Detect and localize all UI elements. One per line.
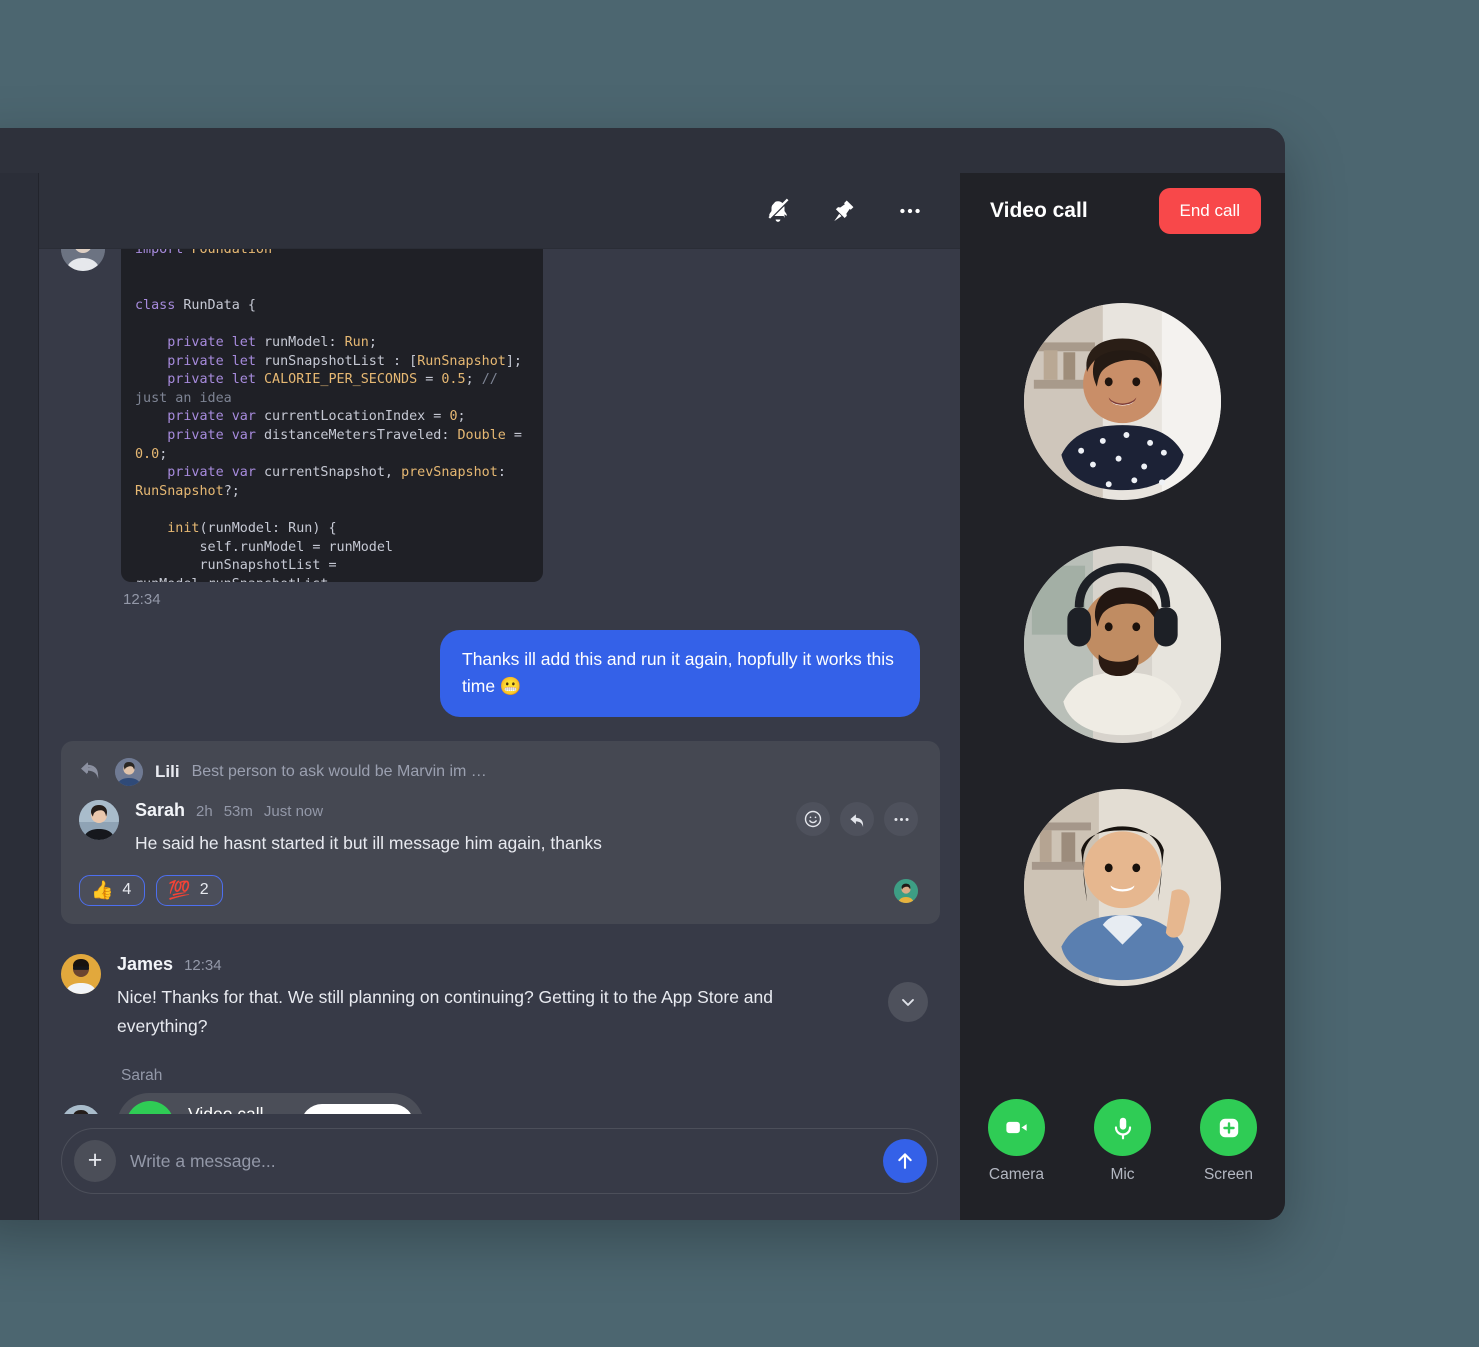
reaction-pill[interactable]: 💯 2 (156, 875, 223, 906)
call-card-text: Video call 2 Participants (174, 1103, 301, 1114)
message-input[interactable] (130, 1150, 869, 1172)
message-text: Nice! Thanks for that. We still planning… (117, 987, 774, 1036)
video-camera-icon (126, 1101, 174, 1114)
read-receipt-avatar (894, 878, 918, 903)
message-timestamp: 12:34 (123, 591, 161, 608)
window-titlebar (0, 128, 1285, 173)
pin-icon[interactable] (824, 191, 864, 231)
participant-tile[interactable] (1024, 303, 1221, 500)
video-call-panel: Video call End call Camera Mic Screen (960, 173, 1285, 1220)
join-call-button[interactable]: Join call (300, 1104, 415, 1114)
message-highlighted[interactable]: Lili Best person to ask would be Marvin … (61, 741, 940, 924)
mic-control-label: Mic (1110, 1166, 1135, 1183)
reaction-count: 4 (122, 881, 132, 898)
chat-toolbar (39, 173, 960, 249)
message-content-row: Sarah 2h 53m Just now He said he hasnt s… (79, 800, 918, 857)
participant-tile[interactable] (1024, 789, 1221, 986)
camera-control-label: Camera (988, 1166, 1045, 1183)
call-card-row: Video call 2 Participants Join call (61, 1093, 960, 1114)
microphone-icon (1094, 1099, 1151, 1156)
reaction-emoji: 👍 (91, 880, 114, 900)
window-body: 5 7 + •• 2 (0, 173, 1285, 1220)
message-text: He said he hasnt started it but ill mess… (135, 833, 602, 853)
reaction-count: 2 (199, 881, 209, 898)
chevron-down-icon[interactable] (888, 982, 928, 1022)
emoji-smiley-icon[interactable] (796, 802, 830, 836)
video-panel-title: Video call (990, 199, 1088, 222)
mic-control[interactable]: Mic (1085, 1099, 1161, 1184)
attach-button[interactable]: + (74, 1140, 116, 1182)
screen-share-icon (1200, 1099, 1257, 1156)
camera-control[interactable]: Camera (979, 1099, 1055, 1184)
code-block-wrapper: import Foundation class RunData { privat… (121, 249, 543, 608)
video-camera-icon (988, 1099, 1045, 1156)
more-horizontal-icon[interactable] (890, 191, 930, 231)
participant-tile[interactable] (1024, 546, 1221, 743)
bell-off-icon[interactable] (758, 191, 798, 231)
screen-control-label: Screen (1203, 1166, 1254, 1183)
message-outgoing-bubble: Thanks ill add this and run it again, ho… (440, 630, 920, 717)
message-header: Sarah 2h 53m Just now (135, 800, 780, 821)
call-card-sender: Sarah (121, 1067, 163, 1084)
message-timestamp: 12:34 (184, 957, 222, 974)
reply-preview[interactable]: Lili Best person to ask would be Marvin … (79, 757, 918, 786)
video-panel-header: Video call End call (960, 173, 1285, 249)
call-card-section: Sarah Video call (39, 1041, 960, 1114)
message-list[interactable]: import Foundation class RunData { privat… (39, 249, 960, 1114)
avatar (61, 1105, 101, 1114)
reply-arrow-icon (79, 757, 103, 786)
more-horizontal-icon[interactable] (884, 802, 918, 836)
message-main: James 12:34 Nice! Thanks for that. We st… (117, 954, 920, 1041)
avatar (115, 757, 143, 786)
message-author: Sarah (135, 800, 186, 820)
call-card[interactable]: Video call 2 Participants Join call (117, 1093, 425, 1114)
message-age: 2h (196, 803, 213, 820)
code-block: import Foundation class RunData { privat… (121, 249, 543, 582)
composer: + (39, 1114, 960, 1220)
message-hover-actions (796, 800, 918, 836)
left-sidebar-rail: 5 7 + •• 2 (0, 173, 39, 1220)
page-root: 5 7 + •• 2 (0, 0, 1479, 1347)
message-outgoing-row: Thanks ill add this and run it again, ho… (39, 608, 960, 717)
video-participants-list (960, 249, 1285, 1099)
message-author: James (117, 954, 174, 974)
reply-author-name: Lili (155, 761, 180, 781)
avatar (61, 954, 101, 994)
chat-column: import Foundation class RunData { privat… (39, 173, 960, 1220)
message-code: import Foundation class RunData { privat… (39, 249, 960, 608)
avatar (61, 249, 105, 271)
avatar (79, 800, 119, 840)
message-edit-time: 53m (223, 803, 253, 820)
message-main: Sarah 2h 53m Just now He said he hasnt s… (135, 800, 780, 857)
reply-snippet: Best person to ask would be Marvin im … (191, 762, 487, 780)
message-james: James 12:34 Nice! Thanks for that. We st… (39, 924, 960, 1041)
app-window: 5 7 + •• 2 (0, 128, 1285, 1220)
video-call-controls: Camera Mic Screen (960, 1099, 1285, 1220)
message-header: James 12:34 (117, 954, 920, 975)
screen-control[interactable]: Screen (1191, 1099, 1267, 1184)
reactions-row: 👍 4 💯 2 (79, 875, 918, 906)
reply-arrow-icon[interactable] (840, 802, 874, 836)
call-card-title: Video call (188, 1104, 264, 1114)
send-button[interactable] (883, 1139, 927, 1183)
composer-inner: + (61, 1128, 938, 1194)
end-call-button[interactable]: End call (1158, 188, 1261, 234)
reaction-emoji: 💯 (168, 880, 191, 900)
message-relative-time: Just now (263, 803, 324, 820)
reaction-pill[interactable]: 👍 4 (79, 875, 146, 906)
